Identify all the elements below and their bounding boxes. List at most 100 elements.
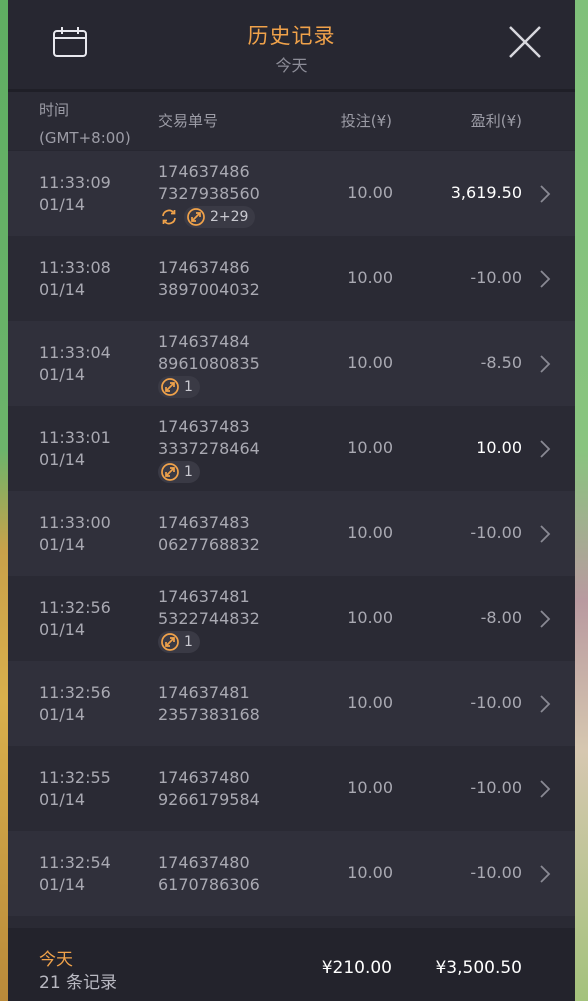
row-order-line2: 6170786306	[158, 875, 260, 894]
row-time-clock: 11:33:09	[39, 173, 111, 192]
row-time: 11:33:04 01/14	[39, 342, 111, 386]
close-icon[interactable]	[508, 25, 542, 59]
row-tags: 1	[158, 631, 260, 653]
summary-footer: 今天 21 条记录 ¥210.00 ¥3,500.50	[8, 928, 575, 1001]
row-profit: -10.00	[470, 268, 522, 287]
row-time-clock: 11:33:01	[39, 428, 111, 447]
history-row[interactable]: 11:33:08 01/14 174637486 3897004032 10.00 -10…	[8, 236, 575, 321]
row-order-line2: 3897004032	[158, 280, 260, 299]
row-order-line1: 174637480	[158, 853, 250, 872]
row-tag-label: 1	[184, 379, 193, 395]
row-time-clock: 11:33:04	[39, 343, 111, 362]
row-order-line1: 174637484	[158, 332, 250, 351]
row-bet: 10.00	[347, 863, 393, 882]
chevron-right-icon[interactable]	[539, 439, 551, 459]
row-time-clock: 11:32:55	[39, 768, 111, 787]
column-profit: 盈利(¥)	[470, 112, 522, 130]
row-bet: 10.00	[347, 268, 393, 287]
row-time-clock: 11:32:56	[39, 598, 111, 617]
history-row[interactable]	[8, 916, 575, 928]
chevron-right-icon[interactable]	[539, 269, 551, 289]
row-profit: -10.00	[470, 523, 522, 542]
row-date: 01/14	[39, 790, 86, 809]
history-row[interactable]: 11:33:01 01/14 174637483 3337278464 1 10.00 10…	[8, 406, 575, 491]
row-time-clock: 11:33:08	[39, 258, 111, 277]
row-order-line1: 174637481	[158, 587, 250, 606]
row-order: 174637484 8961080835 1	[158, 331, 260, 398]
row-time: 11:32:56 01/14	[39, 682, 111, 726]
row-bet: 10.00	[347, 353, 393, 372]
row-tag-label: 1	[184, 634, 193, 650]
row-bet: 10.00	[347, 608, 393, 627]
row-order-line1: 174637486	[158, 258, 250, 277]
row-date: 01/14	[39, 280, 86, 299]
history-row[interactable]: 11:33:04 01/14 174637484 8961080835 1 10.00 -8…	[8, 321, 575, 406]
history-row[interactable]: 11:32:56 01/14 174637481 2357383168 10.00 -10…	[8, 661, 575, 746]
row-time: 11:32:55 01/14	[39, 767, 111, 811]
row-tags: 1	[158, 376, 260, 398]
row-order-line1: 174637486	[158, 162, 250, 181]
row-order-line2: 0627768832	[158, 535, 260, 554]
row-time: 11:33:00 01/14	[39, 512, 111, 556]
chevron-right-icon[interactable]	[539, 694, 551, 714]
row-order-line2: 7327938560	[158, 184, 260, 203]
row-date: 01/14	[39, 365, 86, 384]
history-row[interactable]: 11:33:00 01/14 174637483 0627768832 10.00 -10…	[8, 491, 575, 576]
row-tags: 1	[158, 461, 260, 483]
row-profit: -10.00	[470, 863, 522, 882]
row-profit: 3,619.50	[450, 183, 522, 202]
header: 历史记录 今天	[8, 0, 575, 92]
chevron-right-icon[interactable]	[539, 354, 551, 374]
row-time: 11:33:01 01/14	[39, 427, 111, 471]
row-order: 174637480 6170786306	[158, 852, 260, 896]
row-bet: 10.00	[347, 523, 393, 542]
chevron-right-icon[interactable]	[539, 864, 551, 884]
row-time: 11:33:08 01/14	[39, 257, 111, 301]
column-time: 时间 (GMT+8:00)	[39, 96, 131, 152]
chevron-right-icon[interactable]	[539, 779, 551, 799]
row-order-line2: 9266179584	[158, 790, 260, 809]
history-row[interactable]: 11:33:09 01/14 174637486 7327938560 2+29 10.0…	[8, 151, 575, 236]
chevron-right-icon[interactable]	[539, 609, 551, 629]
row-tag-label: 1	[184, 464, 193, 480]
summary-total-bet: ¥210.00	[321, 958, 392, 978]
row-time-clock: 11:32:54	[39, 853, 111, 872]
row-order: 174637483 3337278464 1	[158, 416, 260, 483]
background-right-edge	[575, 0, 588, 1001]
row-time: 11:32:54 01/14	[39, 852, 111, 896]
row-time: 11:33:09 01/14	[39, 172, 111, 216]
history-row[interactable]: 11:32:54 01/14 174637480 6170786306 10.00 -10…	[8, 831, 575, 916]
row-order: 174637481 2357383168	[158, 682, 260, 726]
row-tag-label: 2+29	[210, 209, 249, 225]
row-order-line1: 174637483	[158, 417, 250, 436]
free-spin-icon	[187, 208, 205, 226]
row-tag-icon	[158, 206, 180, 228]
row-order-line2: 8961080835	[158, 354, 260, 373]
row-bet: 10.00	[347, 693, 393, 712]
history-row[interactable]: 11:32:56 01/14 174637481 5322744832 1 10.00 -8…	[8, 576, 575, 661]
row-date: 01/14	[39, 195, 86, 214]
column-headers: 时间 (GMT+8:00) 交易单号 投注(¥) 盈利(¥)	[8, 92, 575, 150]
row-tag: 1	[158, 376, 200, 398]
free-spin-icon	[161, 633, 179, 651]
row-profit: -8.00	[480, 608, 522, 627]
row-order-line1: 174637483	[158, 513, 250, 532]
row-order-line1: 174637480	[158, 768, 250, 787]
row-date: 01/14	[39, 620, 86, 639]
row-order: 174637480 9266179584	[158, 767, 260, 811]
row-order-line2: 3337278464	[158, 439, 260, 458]
row-time: 11:32:56 01/14	[39, 597, 111, 641]
background-left-edge	[0, 0, 8, 1001]
row-order: 174637483 0627768832	[158, 512, 260, 556]
row-tag: 1	[158, 461, 200, 483]
summary-count: 21 条记录	[39, 973, 118, 993]
free-spin-icon	[161, 463, 179, 481]
chevron-right-icon[interactable]	[539, 524, 551, 544]
column-order: 交易单号	[158, 112, 219, 130]
history-list: 11:33:09 01/14 174637486 7327938560 2+29 10.0…	[8, 151, 575, 928]
column-time-label: 时间	[39, 101, 70, 119]
chevron-right-icon[interactable]	[539, 184, 551, 204]
row-profit: -10.00	[470, 778, 522, 797]
row-order-line1: 174637481	[158, 683, 250, 702]
history-row[interactable]: 11:32:55 01/14 174637480 9266179584 10.00 -10…	[8, 746, 575, 831]
